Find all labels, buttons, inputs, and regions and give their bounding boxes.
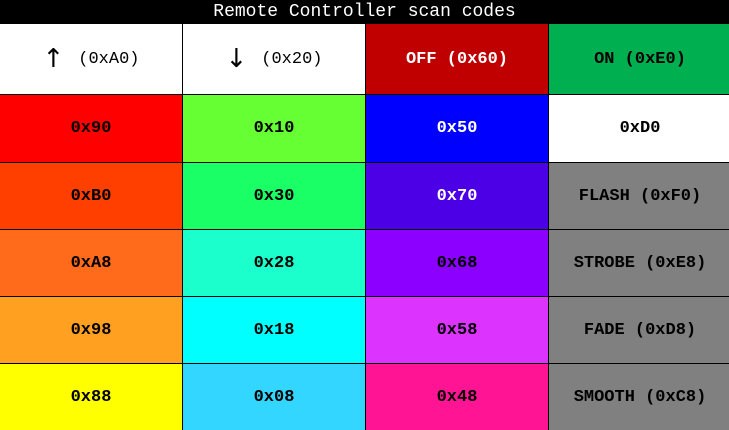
button-code-label: 0x68 xyxy=(436,253,478,273)
remote-codes-page: Remote Controller scan codes ↑ (0xA0) ↓ (0x… xyxy=(0,0,729,430)
scan-code-grid: ↑ (0xA0) ↓ (0x20) OFF (0x60) ON (0xE0) 0x90 0x1… xyxy=(0,24,729,430)
button-code-label: SMOOTH (0xC8) xyxy=(573,387,707,407)
remote-button-r1-c2[interactable]: 0x10 xyxy=(183,95,365,162)
button-code-label: 0x88 xyxy=(70,387,112,407)
remote-button-r1-c4[interactable]: 0xD0 xyxy=(549,95,729,162)
button-code-label: 0xA8 xyxy=(70,253,112,273)
remote-button-r5-c1[interactable]: 0x88 xyxy=(0,364,182,430)
on-button[interactable]: ON (0xE0) xyxy=(549,24,729,94)
button-code-label: STROBE (0xE8) xyxy=(573,253,707,273)
button-code-label: 0x18 xyxy=(253,320,295,340)
remote-button-r5-c2[interactable]: 0x08 xyxy=(183,364,365,430)
remote-button-r3-c4[interactable]: STROBE (0xE8) xyxy=(549,230,729,296)
button-code-label: 0x10 xyxy=(253,119,295,138)
button-code-label: OFF (0x60) xyxy=(405,49,509,69)
button-code-label: 0x70 xyxy=(436,186,478,206)
button-code-label: 0xD0 xyxy=(619,119,661,138)
down-arrow-icon: ↓ xyxy=(225,44,248,74)
button-code-label: (0xA0) xyxy=(78,49,140,69)
button-code-label: ON (0xE0) xyxy=(594,49,686,69)
page-title: Remote Controller scan codes xyxy=(213,2,516,22)
remote-button-r4-c4[interactable]: FADE (0xD8) xyxy=(549,297,729,363)
remote-button-r2-c3[interactable]: 0x70 xyxy=(366,163,548,229)
remote-button-r2-c1[interactable]: 0xB0 xyxy=(0,163,182,229)
button-code-label: 0xB0 xyxy=(70,186,112,206)
remote-button-r5-c4[interactable]: SMOOTH (0xC8) xyxy=(549,364,729,430)
remote-button-r4-c3[interactable]: 0x58 xyxy=(366,297,548,363)
brightness-up-button[interactable]: ↑ (0xA0) xyxy=(0,24,182,94)
button-code-label: 0x90 xyxy=(70,119,112,138)
button-code-label: 0x48 xyxy=(436,387,478,407)
button-code-label: 0x28 xyxy=(253,253,295,273)
button-code-label: FLASH (0xF0) xyxy=(578,186,702,206)
up-arrow-icon: ↑ xyxy=(42,44,65,74)
remote-button-r5-c3[interactable]: 0x48 xyxy=(366,364,548,430)
button-code-label: 0x58 xyxy=(436,320,478,340)
remote-button-r3-c3[interactable]: 0x68 xyxy=(366,230,548,296)
button-code-label: 0x98 xyxy=(70,320,112,340)
remote-button-r3-c2[interactable]: 0x28 xyxy=(183,230,365,296)
remote-button-r4-c2[interactable]: 0x18 xyxy=(183,297,365,363)
button-code-label: 0x08 xyxy=(253,387,295,407)
off-button[interactable]: OFF (0x60) xyxy=(366,24,548,94)
button-code-label: 0x30 xyxy=(253,186,295,206)
remote-button-r2-c4[interactable]: FLASH (0xF0) xyxy=(549,163,729,229)
remote-button-r1-c1[interactable]: 0x90 xyxy=(0,95,182,162)
brightness-down-button[interactable]: ↓ (0x20) xyxy=(183,24,365,94)
button-code-label: (0x20) xyxy=(261,49,323,69)
remote-button-r1-c3[interactable]: 0x50 xyxy=(366,95,548,162)
button-code-label: FADE (0xD8) xyxy=(583,320,697,340)
remote-button-r4-c1[interactable]: 0x98 xyxy=(0,297,182,363)
remote-button-r2-c2[interactable]: 0x30 xyxy=(183,163,365,229)
button-code-label: 0x50 xyxy=(436,119,478,138)
remote-button-r3-c1[interactable]: 0xA8 xyxy=(0,230,182,296)
